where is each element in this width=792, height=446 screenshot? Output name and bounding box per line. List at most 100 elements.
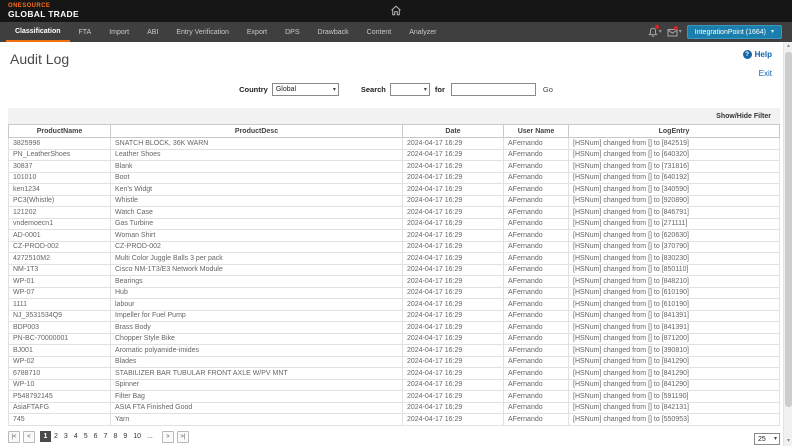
nav-item-entry-verification[interactable]: Entry Verification — [167, 22, 238, 42]
table-row: P548792145Filter Bag2024-04-17 16:29AFer… — [9, 391, 780, 403]
cell-product-name: AD-0001 — [9, 230, 111, 242]
last-page-button[interactable]: >| — [177, 431, 189, 443]
page-5[interactable]: 5 — [81, 431, 91, 442]
page-8[interactable]: 8 — [110, 431, 120, 442]
cell-date: 2024-04-17 16:29 — [403, 241, 504, 253]
cell-log-entry: [HSNum] changed from [] to [842519] — [569, 138, 780, 150]
nav-item-import[interactable]: Import — [100, 22, 138, 42]
cell-date: 2024-04-17 16:29 — [403, 218, 504, 230]
next-page-button[interactable]: > — [162, 431, 174, 443]
cell-product-desc: Woman Shirt — [111, 230, 403, 242]
nav-item-abi[interactable]: ABI — [138, 22, 167, 42]
brand-line2: GLOBAL TRADE — [8, 10, 79, 20]
cell-product-desc: labour — [111, 299, 403, 311]
table-row: 745Yarn2024-04-17 16:29AFernando[HSNum] … — [9, 414, 780, 426]
cell-user-name: AFernando — [504, 345, 569, 357]
page-2[interactable]: 2 — [51, 431, 61, 442]
cell-log-entry: [HSNum] changed from [] to [610190] — [569, 299, 780, 311]
country-label: Country — [239, 85, 268, 94]
page-9[interactable]: 9 — [120, 431, 130, 442]
cell-product-name: 745 — [9, 414, 111, 426]
notification-badge — [655, 25, 659, 29]
cell-date: 2024-04-17 16:29 — [403, 333, 504, 345]
page-ellipsis[interactable]: ... — [144, 431, 156, 442]
cell-user-name: AFernando — [504, 368, 569, 380]
scroll-up-icon[interactable]: ▴ — [784, 42, 792, 51]
page-6[interactable]: 6 — [91, 431, 101, 442]
page-10[interactable]: 10 — [130, 431, 144, 442]
pagination-pages: 12345678910... — [40, 431, 156, 442]
page-size-wrap: 25 ▾ — [754, 428, 780, 446]
cell-log-entry: [HSNum] changed from [] to [841290] — [569, 379, 780, 391]
cell-product-name: WP-01 — [9, 276, 111, 288]
table-row: BJ001Aromatic polyamide-imides2024-04-17… — [9, 345, 780, 357]
scrollbar-thumb[interactable] — [785, 52, 792, 407]
show-hide-filter-link[interactable]: Show/Hide Filter — [716, 113, 771, 120]
country-select-value: Global — [276, 86, 296, 93]
for-label: for — [435, 85, 445, 94]
cell-user-name: AFernando — [504, 218, 569, 230]
cell-user-name: AFernando — [504, 161, 569, 173]
col-header-date[interactable]: Date — [403, 125, 504, 138]
page-1[interactable]: 1 — [40, 431, 51, 442]
chevron-down-icon: ▾ — [679, 29, 682, 35]
help-link[interactable]: ? Help — [743, 50, 772, 59]
app-root: { "topbar": { "brand_line1": "ONESOURCE"… — [0, 0, 792, 446]
vertical-scrollbar[interactable]: ▴ ▾ — [783, 42, 792, 446]
prev-page-button[interactable]: < — [23, 431, 35, 443]
first-page-button[interactable]: |< — [8, 431, 20, 443]
nav-item-classification[interactable]: Classification — [6, 22, 70, 42]
cell-date: 2024-04-17 16:29 — [403, 195, 504, 207]
cell-log-entry: [HSNum] changed from [] to [920890] — [569, 195, 780, 207]
cell-log-entry: [HSNum] changed from [] to [848210] — [569, 276, 780, 288]
col-header-log-entry[interactable]: LogEntry — [569, 125, 780, 138]
cell-product-name: vndemoecn1 — [9, 218, 111, 230]
cell-date: 2024-04-17 16:29 — [403, 299, 504, 311]
messages-button[interactable]: ▾ — [667, 28, 682, 37]
nav-item-content[interactable]: Content — [358, 22, 401, 42]
cell-date: 2024-04-17 16:29 — [403, 391, 504, 403]
nav-item-analyzer[interactable]: Analyzer — [400, 22, 445, 42]
cell-product-desc: Watch Case — [111, 207, 403, 219]
col-header-user-name[interactable]: User Name — [504, 125, 569, 138]
cell-product-desc: Hub — [111, 287, 403, 299]
cell-product-name: P548792145 — [9, 391, 111, 403]
page-4[interactable]: 4 — [71, 431, 81, 442]
search-field-select[interactable]: ▾ — [390, 83, 430, 96]
nav-item-dps[interactable]: DPS — [276, 22, 308, 42]
cell-user-name: AFernando — [504, 184, 569, 196]
cell-product-name: BDP003 — [9, 322, 111, 334]
cell-user-name: AFernando — [504, 207, 569, 219]
account-menu-button[interactable]: IntegrationPoint (1664) ▾ — [687, 25, 782, 39]
page-size-select[interactable]: 25 ▾ — [754, 433, 780, 445]
cell-product-desc: ASIA FTA Finished Good — [111, 402, 403, 414]
cell-product-name: WP-10 — [9, 379, 111, 391]
cell-product-name: 4272510M2 — [9, 253, 111, 265]
cell-product-desc: CZ-PROD-002 — [111, 241, 403, 253]
notifications-button[interactable]: ▾ — [648, 27, 662, 38]
exit-link[interactable]: Exit — [759, 69, 772, 78]
search-input[interactable] — [451, 83, 536, 96]
cell-product-desc: Yarn — [111, 414, 403, 426]
cell-date: 2024-04-17 16:29 — [403, 322, 504, 334]
col-header-product-desc[interactable]: ProductDesc — [111, 125, 403, 138]
cell-log-entry: [HSNum] changed from [] to [591190] — [569, 391, 780, 403]
top-brand-bar: ONESOURCE GLOBAL TRADE — [0, 0, 792, 22]
table-row: 3825996SNATCH BLOCK, 36K WARN2024-04-17 … — [9, 138, 780, 150]
cell-date: 2024-04-17 16:29 — [403, 184, 504, 196]
page-3[interactable]: 3 — [61, 431, 71, 442]
country-select[interactable]: Global ▾ — [272, 83, 339, 96]
cell-product-name: 3825996 — [9, 138, 111, 150]
col-header-product-name[interactable]: ProductName — [9, 125, 111, 138]
go-button[interactable]: Go — [543, 85, 553, 94]
chevron-down-icon: ▾ — [422, 87, 429, 93]
home-icon[interactable] — [390, 4, 403, 17]
cell-user-name: AFernando — [504, 276, 569, 288]
nav-item-drawback[interactable]: Drawback — [309, 22, 358, 42]
page-7[interactable]: 7 — [101, 431, 111, 442]
nav-item-export[interactable]: Export — [238, 22, 276, 42]
scroll-down-icon[interactable]: ▾ — [784, 437, 792, 446]
nav-item-fta[interactable]: FTA — [70, 22, 101, 42]
cell-product-name: 30837 — [9, 161, 111, 173]
cell-user-name: AFernando — [504, 241, 569, 253]
